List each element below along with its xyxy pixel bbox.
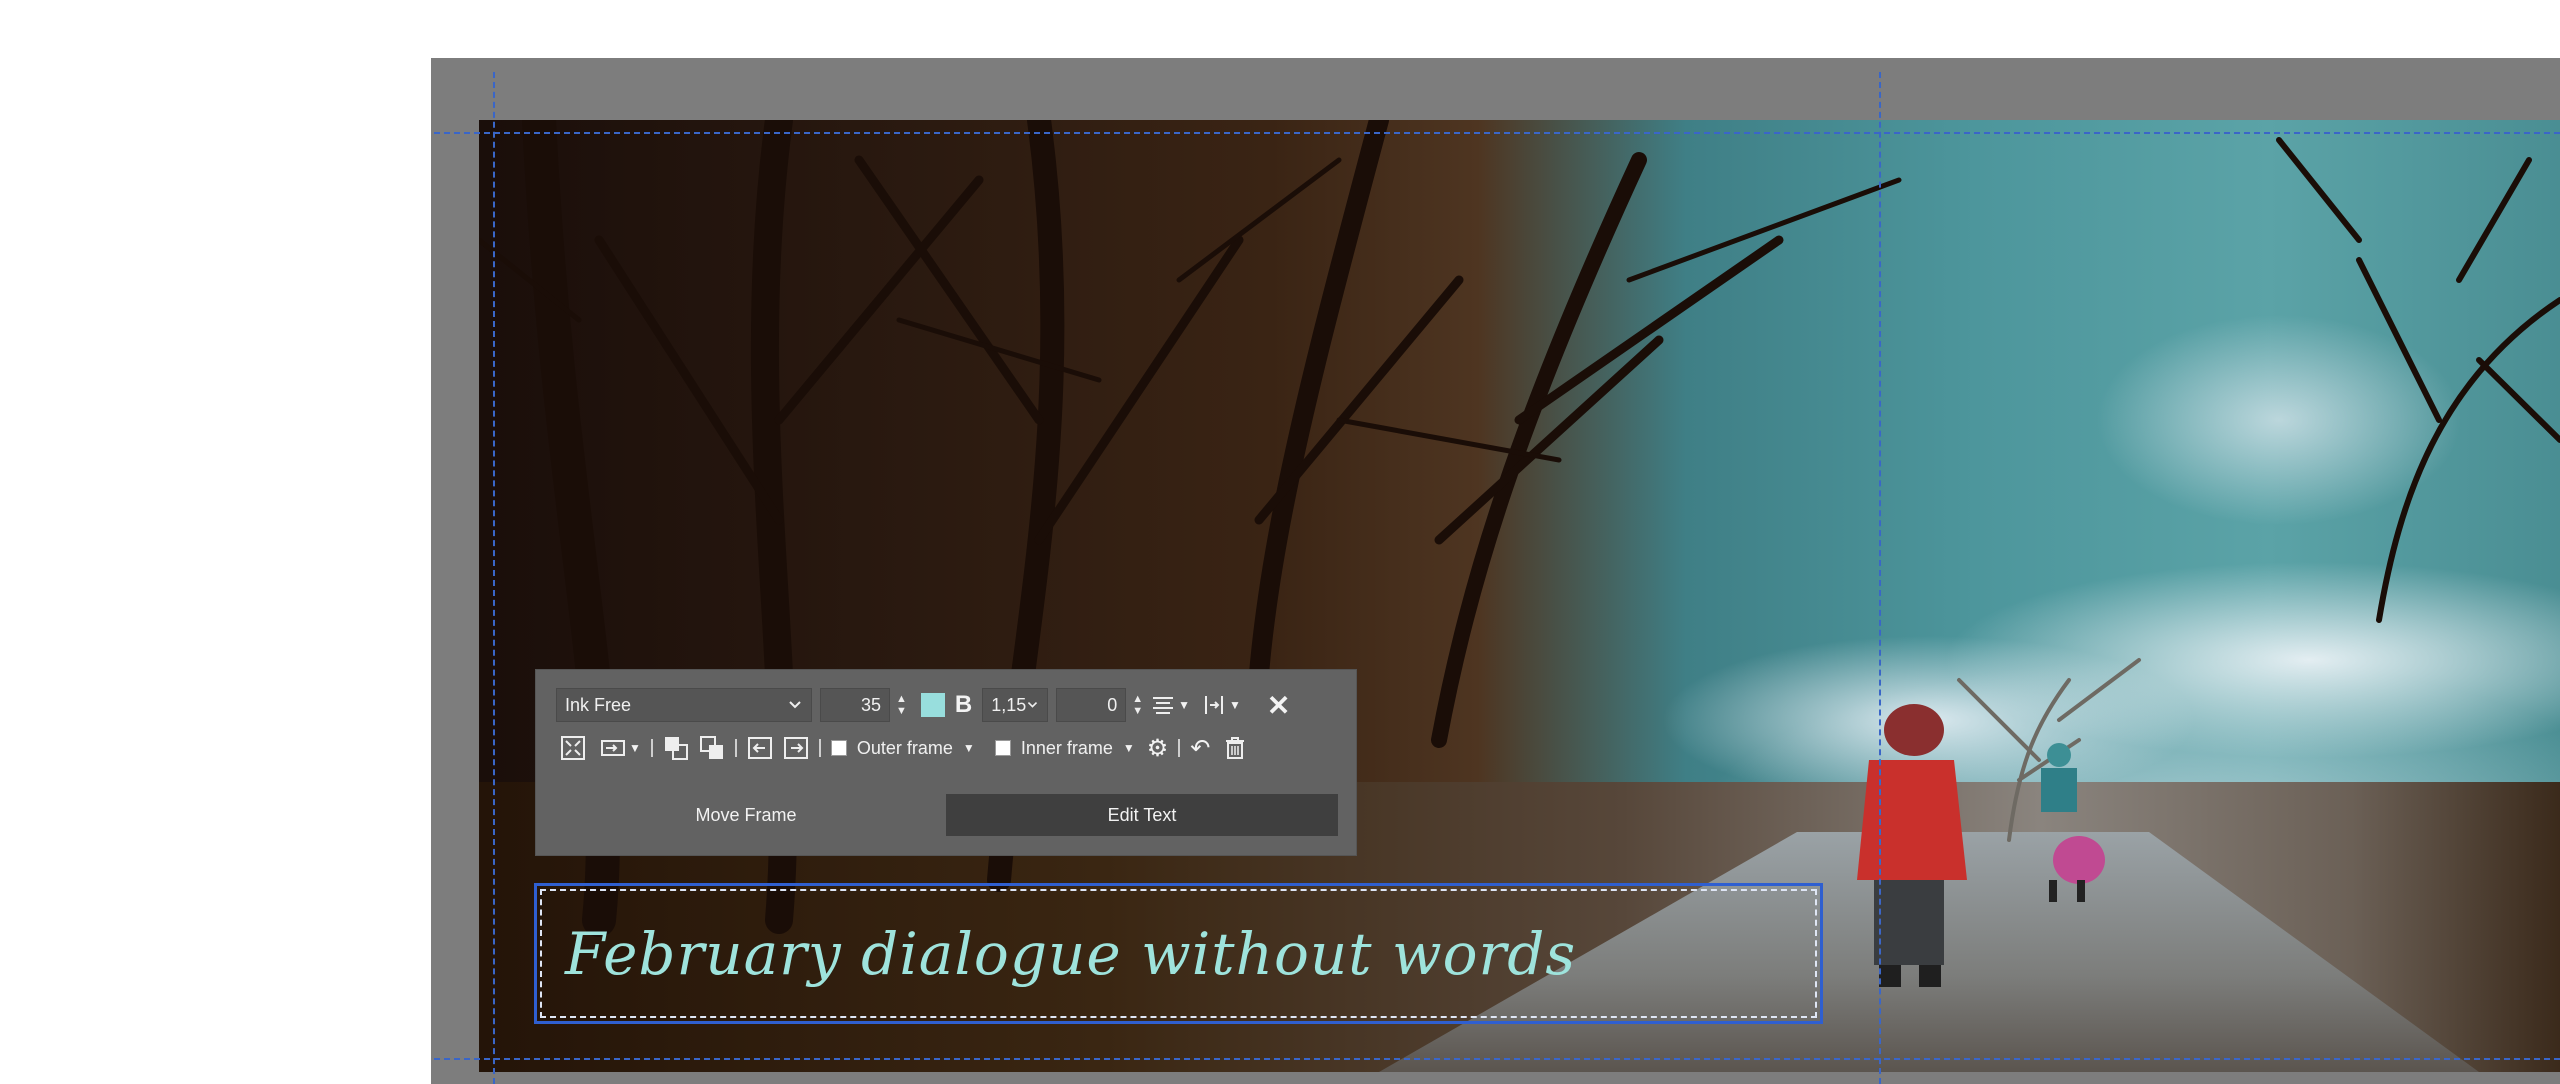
- indent-right-icon[interactable]: [783, 736, 809, 760]
- wrap-icon[interactable]: ▼: [600, 738, 641, 758]
- chevron-down-icon: [1028, 701, 1038, 708]
- font-family-value: Ink Free: [565, 694, 632, 715]
- text-toolbar: Ink Free 35 ▲ ▼ B 1,15 0 ▲ ▼ ▼ ▼ ✕ ▼ Out…: [535, 669, 1357, 856]
- trash-icon[interactable]: [1224, 736, 1246, 760]
- bring-front-icon[interactable]: [663, 735, 689, 761]
- line-spacing-select[interactable]: 1,15: [982, 688, 1049, 722]
- send-back-icon[interactable]: [699, 735, 725, 761]
- text-frame[interactable]: February dialogue without words: [534, 883, 1823, 1024]
- chevron-down-icon[interactable]: ▼: [1123, 741, 1135, 755]
- line-spacing-value: 1,15: [991, 694, 1027, 715]
- toolbar-row-frame: ▼ Outer frame ▼ Inner frame ▼ ⚙ ↶: [560, 732, 1246, 764]
- bold-icon[interactable]: B: [955, 691, 972, 719]
- close-icon[interactable]: ✕: [1267, 689, 1290, 722]
- font-family-select[interactable]: Ink Free: [556, 688, 812, 722]
- letter-spacing-value: 0: [1107, 694, 1118, 715]
- align-icon[interactable]: ▼: [1151, 695, 1190, 715]
- separator: [650, 739, 653, 757]
- separator: [1178, 739, 1181, 757]
- spin-arrows-icon[interactable]: ▲ ▼: [1132, 693, 1143, 717]
- chevron-down-icon: [787, 697, 803, 713]
- tab-move-frame[interactable]: Move Frame: [556, 794, 936, 836]
- separator: [818, 739, 821, 757]
- text-color-swatch[interactable]: [920, 693, 945, 717]
- chevron-down-icon[interactable]: ▼: [963, 741, 975, 755]
- font-size-field[interactable]: 35: [820, 688, 890, 722]
- toolbar-row-text: Ink Free 35 ▲ ▼ B 1,15 0 ▲ ▼ ▼ ▼ ✕: [556, 688, 1290, 722]
- fit-frame-icon[interactable]: [560, 735, 586, 761]
- inner-frame-checkbox[interactable]: [994, 740, 1011, 756]
- undo-icon[interactable]: ↶: [1190, 734, 1210, 763]
- outer-frame-checkbox[interactable]: [830, 740, 847, 756]
- gear-icon[interactable]: ⚙: [1147, 734, 1169, 763]
- separator: [734, 739, 737, 757]
- outer-frame-label[interactable]: Outer frame: [857, 738, 953, 759]
- frame-text[interactable]: February dialogue without words: [565, 920, 1576, 988]
- inner-frame-label[interactable]: Inner frame: [1021, 738, 1113, 759]
- tab-edit-text[interactable]: Edit Text: [946, 794, 1338, 836]
- spin-arrows-icon[interactable]: ▲ ▼: [896, 693, 907, 717]
- font-size-value: 35: [860, 694, 881, 715]
- letter-spacing-field[interactable]: 0: [1056, 688, 1127, 722]
- indent-left-icon[interactable]: [747, 736, 773, 760]
- valign-icon[interactable]: ▼: [1202, 694, 1241, 716]
